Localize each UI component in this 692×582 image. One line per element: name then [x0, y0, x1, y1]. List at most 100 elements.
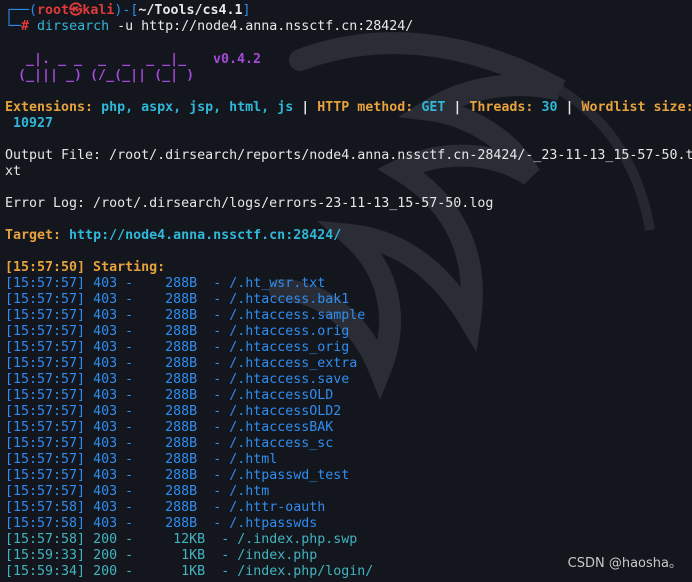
result-code: 403 — [93, 452, 118, 467]
result-path: /.htaccess_sc — [229, 436, 334, 451]
result-row: [15:57:57] 403 - 288B - /.htm — [5, 484, 270, 499]
result-row: [15:57:57] 403 - 288B - /.ht_wsr.txt — [5, 276, 326, 291]
result-row: [15:57:57] 403 - 288B - /.htaccessOLD — [5, 388, 334, 403]
result-path: /.htaccessOLD2 — [229, 404, 342, 419]
result-time: [15:57:57] — [5, 292, 86, 307]
output-file-line-2: xt — [5, 164, 22, 179]
result-row: [15:57:57] 403 - 288B - /.htaccess_extra — [5, 356, 358, 371]
command-name: dirsearch — [37, 19, 110, 34]
result-code: 403 — [93, 308, 118, 323]
result-time: [15:57:57] — [5, 356, 86, 371]
result-time: [15:57:58] — [5, 500, 86, 515]
result-time: [15:57:57] — [5, 484, 86, 499]
result-path: /.htaccess.bak1 — [229, 292, 350, 307]
result-code: 403 — [93, 404, 118, 419]
banner-art-line-1: _|. _ _ _ _ _ _|_ — [10, 52, 187, 67]
error-log-line: Error Log: /root/.dirsearch/logs/errors-… — [5, 196, 494, 211]
result-time: [15:57:57] — [5, 372, 86, 387]
result-time: [15:59:34] — [5, 564, 86, 579]
result-path: /index.php — [237, 548, 318, 563]
csdn-watermark: CSDN @haosha。 — [567, 556, 682, 571]
target-line: Target: http://node4.anna.nssctf.cn:2842… — [5, 228, 342, 243]
result-path: /.htaccess.save — [229, 372, 350, 387]
result-code: 200 — [93, 548, 118, 563]
result-path: /.htaccessOLD — [229, 388, 334, 403]
result-path: /index.php/login/ — [237, 564, 374, 579]
result-time: [15:57:57] — [5, 324, 86, 339]
result-path: /.ht_wsr.txt — [229, 276, 326, 291]
output-file-line-1: Output File: /root/.dirsearch/reports/no… — [5, 148, 692, 163]
result-path: /.htpasswd_test — [229, 468, 350, 483]
result-time: [15:57:57] — [5, 276, 86, 291]
result-size: 288B — [149, 372, 198, 387]
result-path: /.htaccess.sample — [229, 308, 366, 323]
result-path: /.htaccess_orig — [229, 340, 350, 355]
result-code: 403 — [93, 340, 118, 355]
result-size: 288B — [149, 292, 198, 307]
command-args: -u http://node4.anna.nssctf.cn:28424/ — [109, 19, 414, 34]
result-time: [15:57:57] — [5, 452, 86, 467]
result-code: 403 — [93, 468, 118, 483]
result-path: /.index.php.swp — [237, 532, 358, 547]
result-size: 1KB — [149, 564, 206, 579]
result-code: 200 — [93, 532, 118, 547]
result-code: 403 — [93, 292, 118, 307]
result-size: 288B — [149, 436, 198, 451]
result-time: [15:57:57] — [5, 468, 86, 483]
result-size: 288B — [149, 324, 198, 339]
terminal-window[interactable]: ┌──(root㉿kali)-[~/Tools/cs4.1] └─# dirse… — [0, 0, 692, 582]
prompt-line-2[interactable]: └─# dirsearch -u http://node4.anna.nssct… — [5, 19, 413, 35]
result-row: [15:57:57] 403 - 288B - /.htaccess.bak1 — [5, 292, 350, 307]
result-row: [15:57:57] 403 - 288B - /.html — [5, 452, 278, 467]
result-row: [15:57:58] 200 - 12KB - /.index.php.swp — [5, 532, 358, 547]
result-size: 288B — [149, 452, 198, 467]
result-size: 288B — [149, 308, 198, 323]
result-size: 288B — [149, 516, 198, 531]
result-size: 288B — [149, 404, 198, 419]
result-size: 288B — [149, 388, 198, 403]
result-row: [15:57:58] 403 - 288B - /.httr-oauth — [5, 500, 326, 515]
banner-version: v0.4.2 — [213, 52, 262, 67]
result-time: [15:57:57] — [5, 340, 86, 355]
result-path: /.html — [229, 452, 278, 467]
banner-art-line-2: (_||| _) (/_(_|| (_| ) — [10, 68, 195, 83]
result-path: /.htaccessBAK — [229, 420, 334, 435]
result-row: [15:57:58] 403 - 288B - /.htpasswds — [5, 516, 318, 531]
result-row: [15:57:57] 403 - 288B - /.htaccessOLD2 — [5, 404, 342, 419]
result-row: [15:59:33] 200 - 1KB - /index.php — [5, 548, 318, 563]
result-time: [15:57:57] — [5, 436, 86, 451]
prompt-line-1: ┌──(root㉿kali)-[~/Tools/cs4.1] — [5, 3, 251, 18]
result-time: [15:57:58] — [5, 516, 86, 531]
result-time: [15:59:33] — [5, 548, 86, 563]
result-time: [15:57:57] — [5, 388, 86, 403]
result-size: 288B — [149, 468, 198, 483]
result-code: 403 — [93, 356, 118, 371]
wordlist-size-value: 10927 — [5, 116, 54, 131]
result-code: 403 — [93, 420, 118, 435]
config-line: Extensions: php, aspx, jsp, html, js | H… — [5, 100, 692, 115]
result-row: [15:57:57] 403 - 288B - /.htaccess_orig — [5, 340, 350, 355]
result-path: /.htm — [229, 484, 270, 499]
result-size: 1KB — [149, 548, 206, 563]
result-row: [15:57:57] 403 - 288B - /.htaccess.orig — [5, 324, 350, 339]
result-path: /.htaccess_extra — [229, 356, 358, 371]
result-code: 403 — [93, 276, 118, 291]
prompt-path: ~/Tools/cs4.1 — [138, 3, 243, 18]
result-code: 403 — [93, 484, 118, 499]
result-size: 288B — [149, 276, 198, 291]
result-time: [15:57:57] — [5, 404, 86, 419]
result-size: 288B — [149, 356, 198, 371]
result-row: [15:57:57] 403 - 288B - /.htpasswd_test — [5, 468, 350, 483]
result-code: 403 — [93, 324, 118, 339]
result-row: [15:57:57] 403 - 288B - /.htaccessBAK — [5, 420, 334, 435]
result-code: 403 — [93, 500, 118, 515]
result-time: [15:57:57] — [5, 420, 86, 435]
result-path: /.htaccess.orig — [229, 324, 350, 339]
prompt-user: root — [37, 3, 70, 18]
result-size: 288B — [149, 340, 198, 355]
starting-line: [15:57:50] Starting: — [5, 260, 174, 275]
prompt-host: kali — [82, 3, 115, 18]
result-row: [15:57:57] 403 - 288B - /.htaccess.save — [5, 372, 350, 387]
result-code: 200 — [93, 564, 118, 579]
result-code: 403 — [93, 516, 118, 531]
